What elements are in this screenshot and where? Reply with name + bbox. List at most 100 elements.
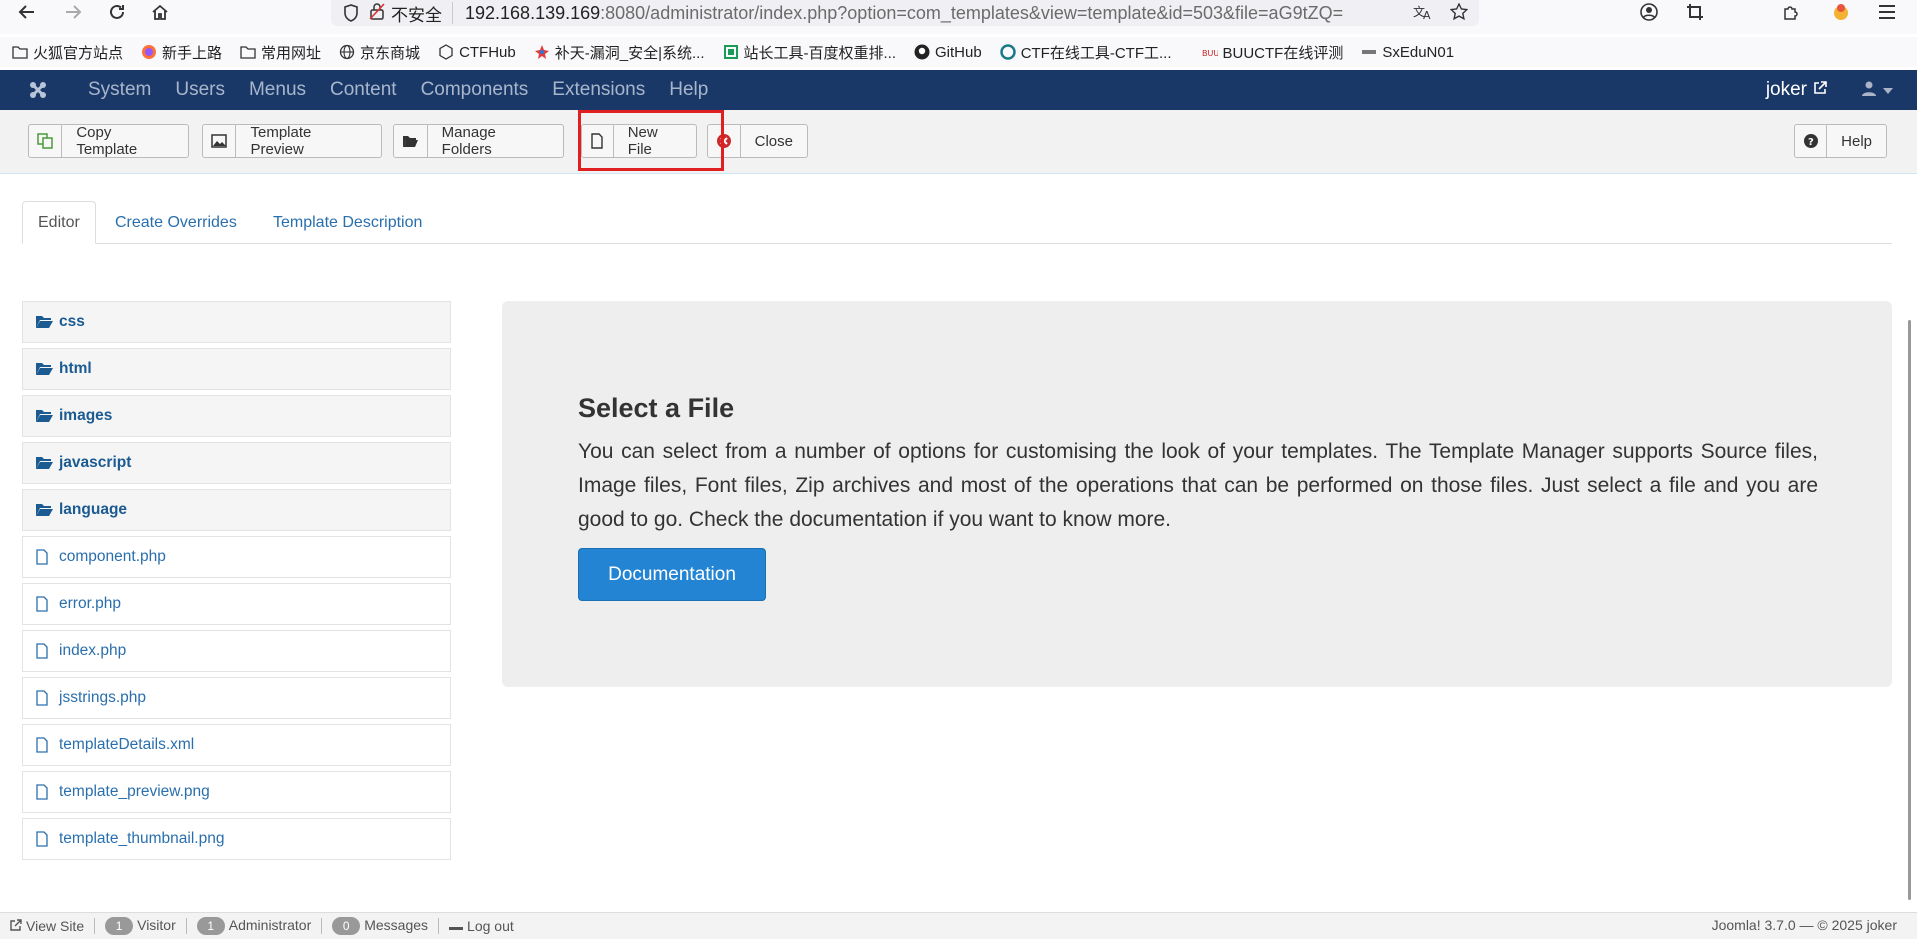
- template-preview-button[interactable]: Template Preview: [202, 124, 382, 158]
- back-icon[interactable]: [10, 0, 44, 24]
- file-item[interactable]: templateDetails.xml: [22, 724, 451, 766]
- tab-template-description[interactable]: Template Description: [258, 201, 437, 244]
- folder-item-css[interactable]: css: [22, 301, 451, 343]
- bookmark-label: BUUCTF在线评测: [1222, 44, 1344, 62]
- folder-open-icon: [35, 407, 55, 425]
- bookmark-item[interactable]: 新手上路: [141, 42, 222, 63]
- panel-description: You can select from a number of options …: [578, 440, 1818, 531]
- bookmark-label: 站长工具-百度权重排...: [743, 44, 897, 62]
- menu-icon[interactable]: [1872, 0, 1902, 24]
- scrollbar[interactable]: [1908, 320, 1911, 900]
- file-item[interactable]: jsstrings.php: [22, 677, 451, 719]
- bookmark-item[interactable]: 火狐官方站点: [12, 42, 123, 63]
- admin-label: Administrator: [228, 917, 312, 933]
- bookmark-label: 常用网址: [261, 44, 322, 62]
- menu-help[interactable]: Help: [657, 79, 720, 101]
- menu-content[interactable]: Content: [318, 79, 409, 101]
- documentation-button[interactable]: Documentation: [578, 548, 766, 601]
- folder-item-language[interactable]: language: [22, 489, 451, 531]
- butian-icon: [534, 44, 550, 60]
- bookmark-item[interactable]: 常用网址: [240, 42, 321, 63]
- site-link[interactable]: joker: [1766, 70, 1827, 110]
- bookmark-item[interactable]: BUU BUUCTF在线评测: [1202, 42, 1344, 63]
- bookmark-item[interactable]: CTFHub: [438, 44, 516, 61]
- folder-icon: [12, 44, 28, 60]
- menu-users[interactable]: Users: [163, 79, 237, 101]
- bookmark-label: 新手上路: [162, 44, 223, 62]
- folder-open-icon: [35, 454, 55, 472]
- menu-extensions[interactable]: Extensions: [540, 79, 657, 101]
- divider: [94, 918, 96, 934]
- bookmark-item[interactable]: CTF在线工具-CTF工...: [999, 42, 1172, 63]
- bookmark-item[interactable]: 京东商城: [339, 42, 420, 63]
- help-label: Help: [1841, 132, 1872, 150]
- menu-system[interactable]: System: [76, 79, 163, 101]
- folder-open-icon: [35, 360, 55, 378]
- template-preview-label: Template Preview: [250, 124, 312, 158]
- copy-template-label: Copy Template: [76, 124, 138, 158]
- home-icon[interactable]: [143, 0, 177, 24]
- messages-link[interactable]: 0 Messages: [332, 917, 428, 935]
- bookmark-label: 火狐官方站点: [33, 44, 124, 62]
- file-icon: [35, 783, 55, 801]
- url-text[interactable]: 192.168.139.169:8080/administrator/index…: [465, 3, 1365, 24]
- folder-item-javascript[interactable]: javascript: [22, 442, 451, 484]
- crop-icon[interactable]: [1680, 0, 1710, 24]
- admin-count-badge: 1: [196, 917, 225, 935]
- file-item[interactable]: index.php: [22, 630, 451, 672]
- bookmark-item[interactable]: SxEduN01: [1361, 44, 1454, 61]
- folder-item-images[interactable]: images: [22, 395, 451, 437]
- menu-menus[interactable]: Menus: [237, 79, 318, 101]
- extension-avatar-icon[interactable]: [1826, 0, 1856, 24]
- tab-editor[interactable]: Editor: [22, 201, 96, 244]
- insecure-lock-icon: [369, 2, 385, 25]
- file-item[interactable]: template_preview.png: [22, 771, 451, 813]
- joomla-logo-icon[interactable]: [0, 70, 76, 110]
- extensions-icon[interactable]: [1776, 0, 1806, 24]
- forward-icon[interactable]: [56, 0, 90, 24]
- translate-icon[interactable]: 文A: [1408, 0, 1438, 24]
- insecure-indicator[interactable]: 不安全: [369, 2, 453, 25]
- insecure-label: 不安全: [391, 5, 442, 25]
- copy-template-button[interactable]: Copy Template: [28, 124, 189, 158]
- bookmark-label: 京东商城: [360, 44, 421, 62]
- tab-create-overrides[interactable]: Create Overrides: [100, 201, 252, 244]
- bookmark-star-icon[interactable]: [1444, 0, 1474, 24]
- new-file-highlight-annotation: [578, 110, 724, 171]
- external-link-icon: [1813, 79, 1827, 101]
- folder-item-html[interactable]: html: [22, 348, 451, 390]
- user-icon: [1861, 80, 1877, 101]
- username: joker: [1765, 79, 1807, 100]
- view-site-link[interactable]: View Site: [10, 918, 84, 934]
- url-bar[interactable]: 不安全 192.168.139.169:8080/administrator/i…: [331, 0, 1479, 26]
- file-name: template_thumbnail.png: [59, 830, 225, 847]
- manage-folders-button[interactable]: Manage Folders: [393, 124, 564, 158]
- url-path: :8080/administrator/index.php?option=com…: [600, 2, 1344, 23]
- bookmark-item[interactable]: 补天-漏洞_安全|系统...: [534, 42, 705, 63]
- divider: [321, 918, 323, 934]
- file-item[interactable]: error.php: [22, 583, 451, 625]
- user-profile-dropdown[interactable]: [1861, 70, 1893, 110]
- messages-label: Messages: [364, 917, 429, 933]
- close-label: Close: [754, 132, 793, 150]
- copy-icon: [29, 125, 63, 157]
- shield-icon[interactable]: [341, 3, 361, 23]
- logout-link[interactable]: Log out: [449, 918, 514, 934]
- buuctf-icon: BUU: [1202, 44, 1218, 60]
- joomla-admin-navbar: System Users Menus Content Components Ex…: [0, 70, 1917, 110]
- reload-icon[interactable]: [100, 0, 134, 24]
- help-button[interactable]: ? Help: [1794, 124, 1887, 158]
- file-item[interactable]: component.php: [22, 536, 451, 578]
- file-name: error.php: [59, 595, 122, 612]
- svg-text:?: ?: [1808, 137, 1814, 148]
- menu-components[interactable]: Components: [409, 79, 541, 101]
- chinaz-icon: [723, 44, 739, 60]
- bookmark-item[interactable]: GitHub: [914, 44, 982, 61]
- folder-name: javascript: [59, 454, 132, 471]
- file-item[interactable]: template_thumbnail.png: [22, 818, 451, 860]
- template-toolbar: Copy Template Template Preview Manage Fo…: [0, 110, 1917, 174]
- file-icon: [35, 689, 55, 707]
- bookmark-item[interactable]: 站长工具-百度权重排...: [723, 42, 897, 63]
- account-icon[interactable]: [1634, 0, 1664, 24]
- messages-count-badge: 0: [332, 917, 361, 935]
